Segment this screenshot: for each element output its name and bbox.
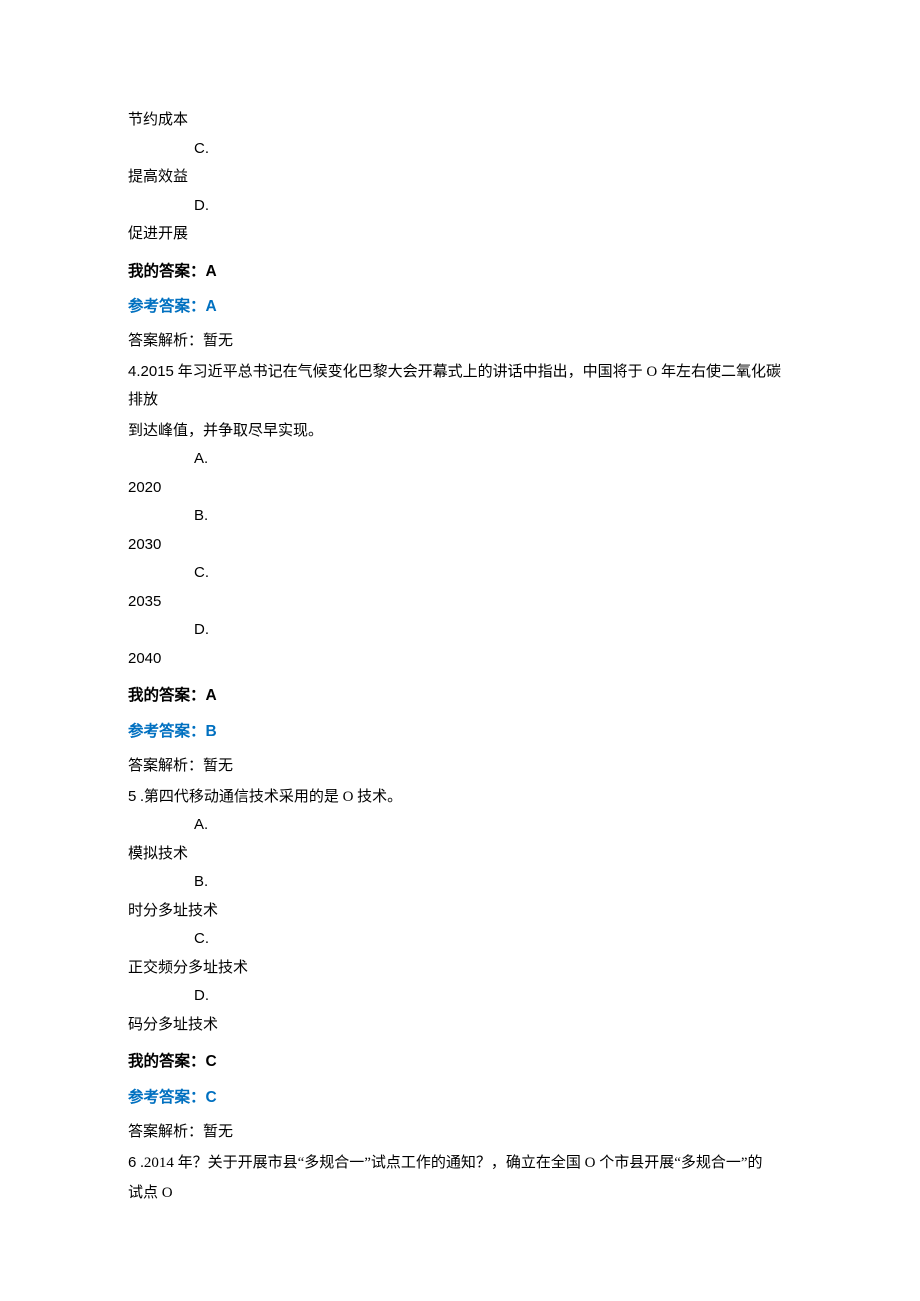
q5-stem: 5 .第四代移动通信技术采用的是 O 技术。 [128,783,794,812]
q3-option-d-text: 促进开展 [128,220,794,249]
q5-ref-answer-value: C [206,1089,217,1106]
q4-option-c-label: C. [194,559,794,588]
q4-stem-rest: 年习近平总书记在气候变化巴黎大会开幕式上的讲话中指出，中国将于 O 年左右使二氧… [128,364,781,409]
q6-stem-line2: 试点 O [128,1179,794,1208]
q4-my-answer-label: 我的答案： [128,687,206,704]
q3-option-c-label: C. [194,135,794,164]
q3-explanation: 答案解析：暂无 [128,327,794,356]
q4-ref-answer: 参考答案：B [128,717,794,746]
q3-my-answer-value: A [206,263,217,280]
q4-option-d-text: 2040 [128,645,794,674]
q5-option-b-label: B. [194,868,794,897]
q4-option-c-text: 2035 [128,588,794,617]
q4-my-answer: 我的答案：A [128,681,794,710]
q5-option-d-label: D. [194,982,794,1011]
q4-option-a-label: A. [194,445,794,474]
q3-ref-answer: 参考答案：A [128,292,794,321]
q4-option-b-text: 2030 [128,531,794,560]
q5-my-answer: 我的答案：C [128,1047,794,1076]
q6-stem: 6 .2014 年？关于开展市县“多规合一”试点工作的通知？，确立在全国 O 个… [128,1149,794,1178]
q3-option-d-label: D. [194,192,794,221]
q5-option-b-text: 时分多址技术 [128,897,794,926]
q5-explanation: 答案解析：暂无 [128,1118,794,1147]
q6-stem-rest: .2014 年？关于开展市县“多规合一”试点工作的通知？，确立在全国 O 个市县… [136,1155,762,1171]
q4-ref-answer-label: 参考答案： [128,723,206,740]
q5-option-c-label: C. [194,925,794,954]
q3-ref-answer-label: 参考答案： [128,298,206,315]
q5-option-a-text: 模拟技术 [128,840,794,869]
q3-option-b-text: 节约成本 [128,106,794,135]
q5-option-d-text: 码分多址技术 [128,1011,794,1040]
q5-option-a-label: A. [194,811,794,840]
q4-stem-prefix: 4.2015 [128,363,174,380]
q5-option-c-text: 正交频分多址技术 [128,954,794,983]
q5-stem-rest: .第四代移动通信技术采用的是 O 技术。 [136,789,402,805]
q3-option-c-text: 提高效益 [128,163,794,192]
q5-ref-answer: 参考答案：C [128,1083,794,1112]
q4-ref-answer-value: B [206,723,217,740]
q4-option-a-text: 2020 [128,474,794,503]
q4-stem: 4.2015 年习近平总书记在气候变化巴黎大会开幕式上的讲话中指出，中国将于 O… [128,358,794,415]
q5-my-answer-label: 我的答案： [128,1053,206,1070]
q4-option-b-label: B. [194,502,794,531]
q4-explanation: 答案解析：暂无 [128,752,794,781]
q4-option-d-label: D. [194,616,794,645]
q4-stem-line2: 到达峰值，并争取尽早实现。 [128,417,794,446]
q3-my-answer-label: 我的答案： [128,263,206,280]
q5-ref-answer-label: 参考答案： [128,1089,206,1106]
q3-my-answer: 我的答案：A [128,257,794,286]
q5-my-answer-value: C [206,1053,217,1070]
q3-ref-answer-value: A [206,298,217,315]
q4-my-answer-value: A [206,687,217,704]
